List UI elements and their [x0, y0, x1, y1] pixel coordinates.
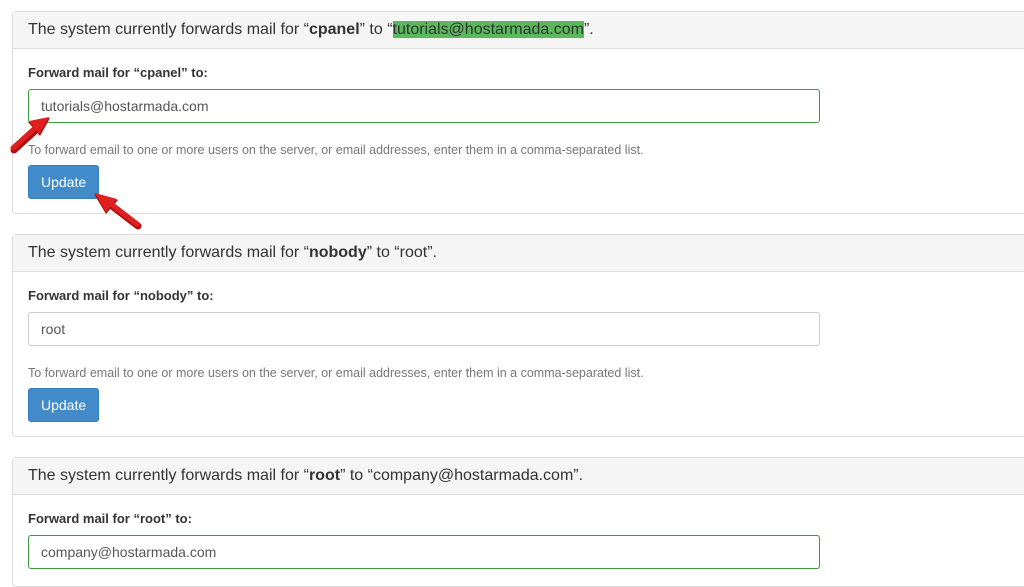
- panel-heading: The system currently forwards mail for “…: [13, 12, 1024, 49]
- heading-destination: root: [399, 244, 428, 261]
- panel-heading: The system currently forwards mail for “…: [13, 235, 1024, 272]
- panel-body: Forward mail for “root” to:: [13, 495, 1024, 569]
- heading-destination: company@hostarmada.com: [372, 467, 574, 484]
- heading-suffix: ”.: [427, 244, 437, 261]
- heading-suffix: ”.: [573, 467, 584, 484]
- panel-heading: The system currently forwards mail for “…: [13, 458, 1024, 495]
- heading-prefix: The system currently forwards mail for “: [28, 467, 309, 484]
- forward-address-input[interactable]: [28, 312, 820, 346]
- heading-account: cpanel: [308, 21, 360, 38]
- forward-address-input[interactable]: [28, 89, 820, 123]
- heading-prefix: The system currently forwards mail for “: [28, 244, 309, 261]
- forwarder-panel-root: The system currently forwards mail for “…: [12, 457, 1024, 587]
- heading-suffix: ”.: [583, 21, 594, 38]
- forward-address-input[interactable]: [28, 535, 820, 569]
- update-button[interactable]: Update: [28, 388, 100, 422]
- heading-account: nobody: [308, 244, 367, 261]
- update-button[interactable]: Update: [28, 165, 100, 199]
- heading-destination-highlighted: tutorials@hostarmada.com: [392, 21, 584, 38]
- forward-field-label: Forward mail for “root” to:: [28, 511, 192, 526]
- heading-prefix: The system currently forwards mail for “: [28, 21, 309, 38]
- heading-middle: ” to “: [366, 244, 400, 261]
- heading-middle: ” to “: [359, 21, 393, 38]
- forwarder-panel-cpanel: The system currently forwards mail for “…: [12, 11, 1024, 214]
- help-text: To forward email to one or more users on…: [28, 366, 644, 380]
- help-text: To forward email to one or more users on…: [28, 143, 644, 157]
- forward-field-label: Forward mail for “nobody” to:: [28, 288, 214, 303]
- panel-body: Forward mail for “nobody” to: To forward…: [13, 272, 1024, 422]
- panel-body: Forward mail for “cpanel” to: To forward…: [13, 49, 1024, 199]
- forwarder-panel-nobody: The system currently forwards mail for “…: [12, 234, 1024, 437]
- heading-middle: ” to “: [340, 467, 373, 484]
- heading-account: root: [308, 467, 341, 484]
- forward-field-label: Forward mail for “cpanel” to:: [28, 65, 208, 80]
